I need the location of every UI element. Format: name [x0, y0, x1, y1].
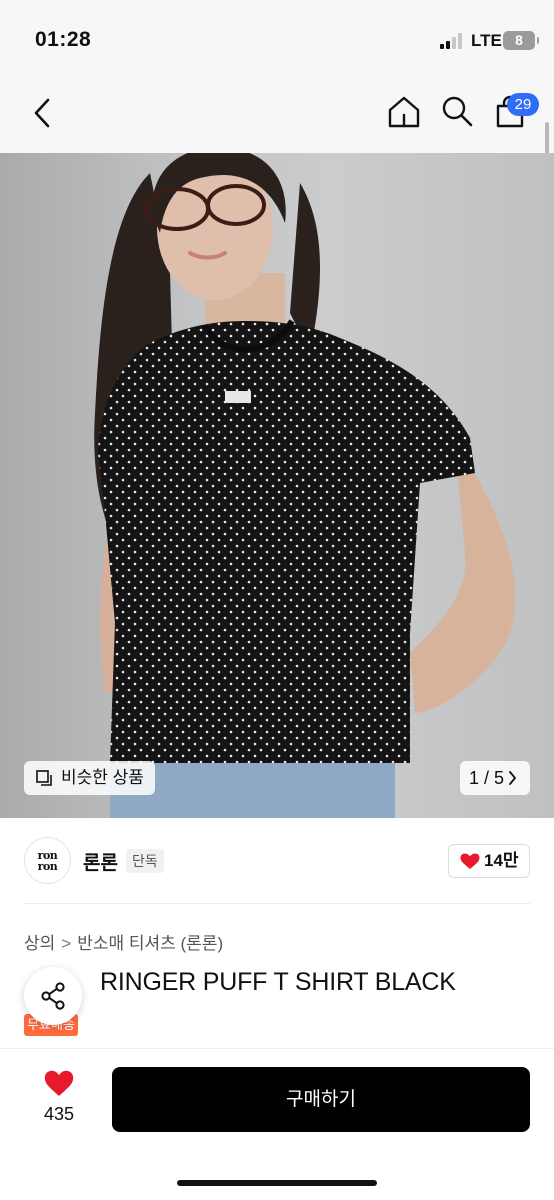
back-chevron-icon[interactable] — [28, 96, 58, 130]
brand-name[interactable]: 론론 — [83, 848, 118, 875]
image-pager[interactable]: 1 / 5 — [460, 761, 530, 795]
breadcrumb-subcategory[interactable]: 반소매 티셔츠 (론론) — [77, 934, 223, 953]
product-photo-illustration — [94, 153, 516, 818]
brand-logo-line2: ron — [37, 860, 58, 873]
status-bar: 01:28 LTE 8 — [0, 0, 554, 80]
cart-count-badge: 29 — [507, 93, 539, 116]
carrier-label: LTE — [471, 31, 502, 50]
heart-icon — [460, 853, 480, 869]
signal-icon — [440, 33, 464, 49]
divider — [24, 903, 530, 904]
battery-icon: 8 — [503, 31, 539, 50]
share-icon — [41, 982, 65, 1010]
breadcrumb-category[interactable]: 상의 — [24, 934, 55, 953]
similar-products-icon — [36, 770, 52, 786]
buy-button[interactable]: 구매하기 — [112, 1067, 530, 1132]
exclusive-badge: 단독 — [126, 849, 164, 873]
brand-like-button[interactable]: 14만 — [448, 844, 530, 878]
product-title-text: RINGER PUFF T SHIRT BLACK — [100, 968, 456, 996]
home-icon[interactable] — [386, 94, 422, 130]
wishlist-heart-icon[interactable] — [44, 1070, 74, 1097]
chevron-right-icon — [509, 771, 516, 785]
nav-bar — [0, 80, 554, 153]
home-indicator — [177, 1180, 377, 1186]
share-button[interactable] — [24, 967, 82, 1025]
brand-like-count: 14만 — [484, 851, 519, 870]
product-title: RINGER PUFF T SHIRT BLACK — [24, 968, 456, 997]
status-time: 01:28 — [35, 28, 92, 51]
breadcrumb: 상의 > 반소매 티셔츠 (론론) — [24, 929, 223, 954]
search-icon[interactable] — [440, 94, 474, 128]
brand-logo[interactable]: ron ron — [24, 837, 71, 884]
product-image[interactable] — [0, 153, 554, 818]
breadcrumb-chevron-icon: > — [61, 934, 72, 953]
wishlist-count: 435 — [43, 1104, 75, 1124]
